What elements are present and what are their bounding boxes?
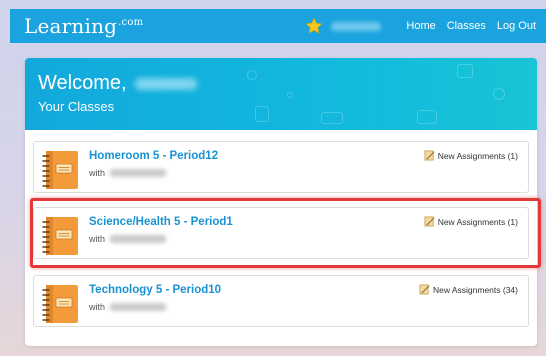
class-card-technology[interactable]: Technology 5 - Period10 with New Assignm… [33, 275, 529, 327]
new-assignments-text: New Assignments (1) [437, 150, 518, 161]
decorative-shape [255, 106, 269, 122]
welcome-text: Welcome, [38, 72, 127, 94]
nav-logout-link[interactable]: Log Out [497, 20, 536, 32]
nav-classes-link[interactable]: Classes [447, 20, 486, 32]
teacher-name-redacted [110, 169, 167, 177]
decorative-shape [321, 112, 343, 124]
teacher-name-redacted [110, 235, 167, 243]
student-name-redacted [134, 77, 197, 90]
welcome-banner: Welcome, Your Classes [25, 58, 537, 130]
top-nav-bar: Learning.com Home Classes Log Out [10, 9, 546, 43]
logo-sup: .com [118, 17, 144, 28]
teacher-row: with [89, 234, 167, 244]
learning-com-logo[interactable]: Learning.com [24, 14, 143, 38]
class-card-science-health[interactable]: Science/Health 5 - Period1 with New Assi… [33, 207, 529, 259]
new-assignments-link[interactable]: New Assignments (34) [419, 284, 518, 295]
notebook-icon [42, 285, 78, 323]
class-title-link[interactable]: Science/Health 5 - Period1 [89, 216, 233, 228]
assignment-icon [424, 150, 435, 161]
teacher-row: with [89, 168, 167, 178]
new-assignments-link[interactable]: New Assignments (1) [424, 216, 518, 227]
username-redacted[interactable] [331, 21, 382, 31]
assignment-icon [419, 284, 430, 295]
class-title-link[interactable]: Homeroom 5 - Period12 [89, 150, 218, 162]
decorative-shape [287, 92, 293, 98]
assignment-icon [424, 216, 435, 227]
new-assignments-text: New Assignments (34) [432, 284, 518, 295]
new-assignments-link[interactable]: New Assignments (1) [424, 150, 518, 161]
new-assignments-text: New Assignments (1) [437, 216, 518, 227]
teacher-row: with [89, 302, 167, 312]
notebook-icon [42, 151, 78, 189]
classes-panel: Welcome, Your Classes Homeroom 5 - Perio… [25, 58, 537, 346]
welcome-heading: Welcome, [38, 72, 197, 95]
decorative-shape [417, 110, 437, 124]
with-label: with [89, 168, 106, 178]
nav-home-link[interactable]: Home [406, 20, 435, 32]
nav-right: Home Classes Log Out [305, 17, 536, 35]
class-card-homeroom[interactable]: Homeroom 5 - Period12 with New Assignmen… [33, 141, 529, 193]
decorative-shape [457, 64, 473, 78]
decorative-shape [247, 70, 257, 80]
with-label: with [89, 234, 106, 244]
your-classes-subtitle: Your Classes [38, 99, 115, 114]
star-icon[interactable] [305, 17, 323, 35]
teacher-name-redacted [110, 303, 167, 311]
notebook-icon [42, 217, 78, 255]
logo-text: Learning [24, 14, 118, 38]
class-title-link[interactable]: Technology 5 - Period10 [89, 284, 221, 296]
with-label: with [89, 302, 106, 312]
decorative-shape [493, 88, 505, 100]
